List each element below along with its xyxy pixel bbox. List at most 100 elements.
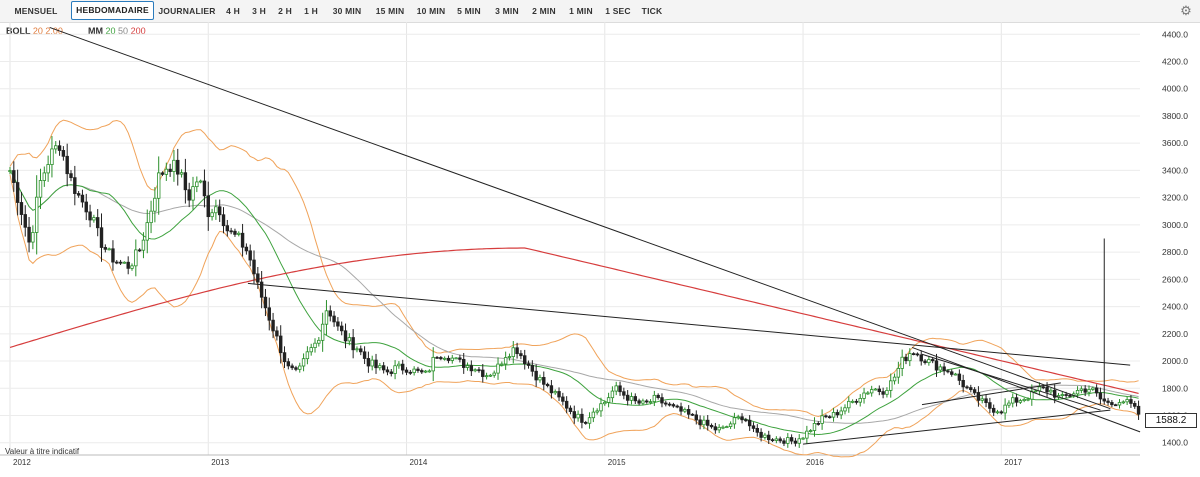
candle-body — [892, 376, 897, 382]
candle-body — [370, 359, 374, 367]
candle-body — [191, 186, 195, 201]
candle-body — [420, 370, 424, 373]
candle-body — [660, 397, 664, 404]
candle-body — [801, 437, 805, 440]
candle-body — [469, 365, 474, 372]
candle-body — [507, 356, 512, 358]
candle-body — [423, 370, 428, 373]
candle-body — [1026, 398, 1030, 401]
candle-body — [107, 248, 111, 251]
candle-body — [934, 360, 939, 371]
candle-body — [256, 273, 260, 283]
candle-body — [995, 411, 1000, 414]
x-tick-label: 2014 — [410, 458, 428, 467]
candle-body — [31, 232, 35, 243]
candle-body — [145, 222, 149, 241]
candle-body — [679, 406, 683, 412]
candle-body — [210, 212, 214, 218]
candle-body — [488, 374, 493, 377]
candle-body — [988, 402, 992, 409]
candle-body — [221, 214, 226, 227]
candle-body — [690, 413, 695, 416]
candle-body — [831, 412, 836, 418]
candle-body — [141, 239, 146, 251]
candle-body — [1075, 390, 1080, 395]
y-tick-label: 1800.0 — [1162, 383, 1188, 393]
candle-body — [721, 426, 725, 429]
candle-body — [1102, 398, 1106, 402]
candle-body — [808, 430, 813, 432]
candle-body — [744, 419, 748, 422]
candle-body — [702, 419, 706, 426]
price-chart[interactable]: 2012 2013 2014 2015 2016 2017 4400.0 4200.0 4000… — [0, 0, 1200, 477]
candle-body — [858, 398, 862, 403]
candle-body — [980, 398, 984, 401]
candle-body — [927, 359, 931, 364]
candle-body — [54, 145, 58, 150]
candle-body — [317, 339, 321, 344]
x-tick-label: 2017 — [1004, 458, 1022, 467]
candle-body — [240, 232, 245, 248]
candle-body — [118, 261, 123, 264]
candle-body — [1060, 394, 1065, 396]
candle-body — [61, 150, 66, 157]
candle-body — [69, 173, 73, 179]
candle-body — [19, 202, 24, 215]
candle-body — [908, 353, 912, 362]
candle-body — [774, 438, 779, 441]
candle-body — [38, 180, 43, 198]
candle-body — [427, 370, 432, 373]
candle-body — [122, 261, 127, 264]
candle-body — [477, 369, 481, 372]
candle-body — [359, 348, 363, 353]
candle-body — [828, 416, 832, 419]
candle-body — [168, 168, 172, 172]
candle-body — [591, 411, 596, 419]
candle-body — [172, 159, 176, 172]
candle-body — [458, 357, 462, 360]
candle-body — [713, 426, 718, 431]
candle-body — [938, 366, 943, 371]
candle-body — [439, 357, 443, 360]
candle-body — [747, 419, 752, 427]
candle-body — [263, 296, 268, 309]
candle-body — [339, 325, 344, 332]
candle-body — [915, 353, 920, 356]
candle-body — [492, 372, 496, 376]
candle-body — [824, 415, 828, 418]
y-tick-label: 2200.0 — [1162, 329, 1188, 339]
candle-body — [885, 389, 889, 395]
candle-body — [435, 356, 439, 359]
footer-note: Valeur à titre indicatif — [5, 447, 80, 456]
candle-body — [572, 411, 576, 419]
candle-body — [511, 347, 515, 357]
candle-body — [12, 170, 16, 183]
candle-body — [149, 210, 153, 224]
candle-body — [816, 423, 821, 425]
x-tick-label: 2012 — [13, 458, 31, 467]
candle-body — [503, 357, 508, 365]
y-tick-label: 2400.0 — [1162, 302, 1188, 312]
candle-body — [873, 388, 878, 391]
candle-body — [625, 394, 630, 401]
candle-body — [523, 355, 527, 365]
candle-body — [80, 194, 85, 203]
candle-body — [763, 434, 767, 438]
candle-body — [515, 347, 519, 355]
candle-body — [1117, 402, 1122, 406]
candle-body — [328, 310, 332, 317]
candle-body — [454, 357, 458, 360]
candle-body — [1003, 404, 1007, 414]
candle-body — [686, 409, 691, 415]
candle-body — [134, 249, 138, 267]
candle-body — [408, 371, 413, 374]
candle-body — [401, 363, 405, 371]
candle-body — [1094, 387, 1099, 394]
candle-body — [137, 249, 142, 252]
candle-body — [664, 402, 668, 405]
candle-body — [965, 386, 969, 389]
candle-body — [1121, 401, 1126, 404]
candle-body — [1125, 399, 1129, 403]
candle-body — [1083, 388, 1087, 393]
candle-body — [877, 388, 882, 393]
